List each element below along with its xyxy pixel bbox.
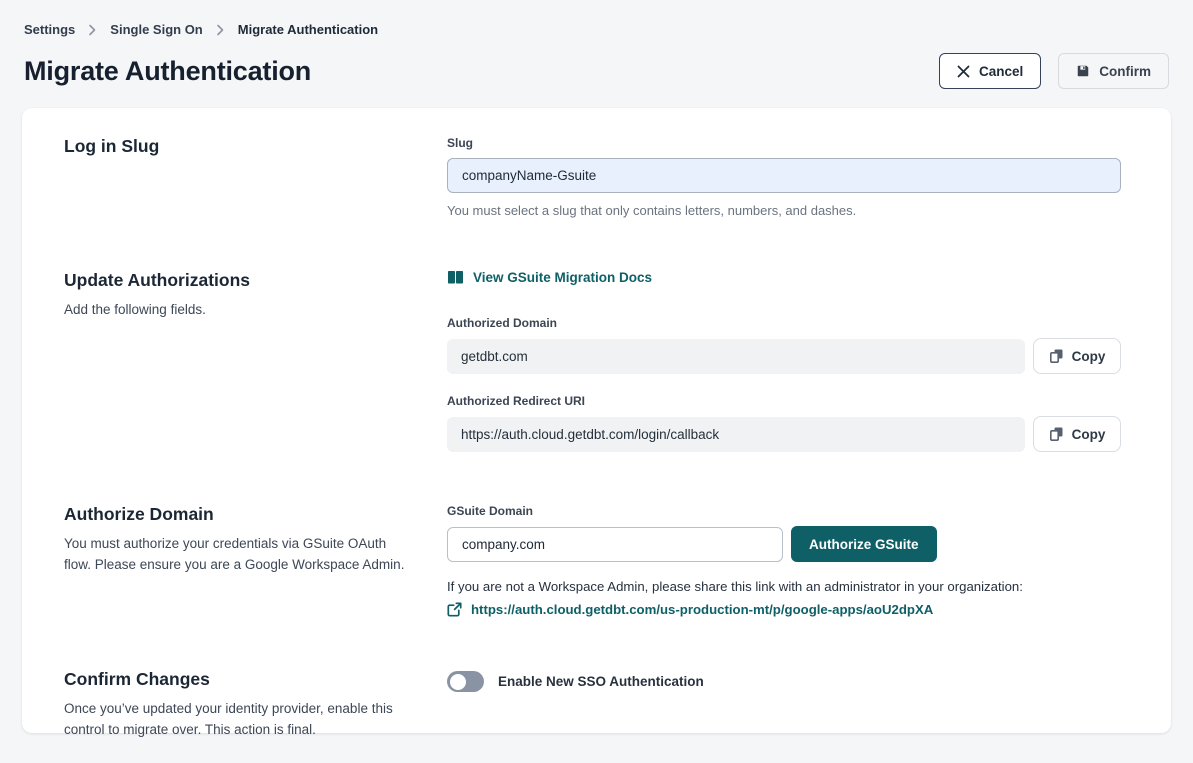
chevron-right-icon — [88, 24, 97, 36]
slug-helper-text: You must select a slug that only contain… — [447, 203, 1121, 218]
section-login-slug-left: Log in Slug — [64, 136, 447, 157]
sso-toggle-label: Enable New SSO Authentication — [498, 674, 704, 689]
copy-authorized-domain-button[interactable]: Copy — [1033, 338, 1121, 374]
workspace-admin-note: If you are not a Workspace Admin, please… — [447, 579, 1121, 594]
book-icon — [447, 270, 464, 285]
breadcrumb-migrate-authentication: Migrate Authentication — [238, 22, 378, 37]
section-update-authorizations: Update Authorizations Add the following … — [64, 270, 1121, 452]
slug-label: Slug — [447, 136, 1121, 150]
header-actions: Cancel Confirm — [939, 53, 1169, 89]
authorized-domain-label: Authorized Domain — [447, 316, 1121, 330]
authorized-domain-row: getdbt.com Copy — [447, 338, 1121, 374]
gsuite-domain-label: GSuite Domain — [447, 504, 1121, 518]
section-description: Once you’ve updated your identity provid… — [64, 699, 409, 741]
section-title: Authorize Domain — [64, 504, 417, 525]
section-login-slug-right: Slug You must select a slug that only co… — [447, 136, 1121, 218]
authorized-domain-block: Authorized Domain getdbt.com Copy — [447, 316, 1121, 374]
cancel-button[interactable]: Cancel — [939, 53, 1041, 89]
authorized-redirect-uri-value: https://auth.cloud.getdbt.com/login/call… — [447, 417, 1025, 452]
authorized-redirect-uri-row: https://auth.cloud.getdbt.com/login/call… — [447, 416, 1121, 452]
admin-share-link[interactable]: https://auth.cloud.getdbt.com/us-product… — [471, 602, 933, 617]
section-confirm-changes-left: Confirm Changes Once you’ve updated your… — [64, 669, 447, 741]
docs-link-label: View GSuite Migration Docs — [473, 270, 652, 285]
section-update-authorizations-right: View GSuite Migration Docs Authorized Do… — [447, 270, 1121, 452]
section-title: Log in Slug — [64, 136, 417, 157]
gsuite-domain-row: Authorize GSuite — [447, 526, 1121, 562]
cancel-button-label: Cancel — [979, 64, 1023, 79]
slug-input[interactable] — [447, 158, 1121, 193]
section-title: Confirm Changes — [64, 669, 417, 690]
view-gsuite-migration-docs-link[interactable]: View GSuite Migration Docs — [447, 270, 652, 285]
breadcrumb-single-sign-on[interactable]: Single Sign On — [110, 22, 202, 37]
section-subtitle: Add the following fields. — [64, 300, 409, 321]
section-title: Update Authorizations — [64, 270, 417, 291]
breadcrumb: Settings Single Sign On Migrate Authenti… — [24, 22, 1169, 37]
authorized-domain-value: getdbt.com — [447, 339, 1025, 374]
toggle-knob — [450, 674, 466, 690]
section-description: You must authorize your credentials via … — [64, 534, 409, 576]
copy-button-label: Copy — [1072, 427, 1106, 442]
title-row: Migrate Authentication Cancel Confirm — [24, 53, 1169, 89]
section-authorize-domain: Authorize Domain You must authorize your… — [64, 504, 1121, 617]
breadcrumb-settings[interactable]: Settings — [24, 22, 75, 37]
section-confirm-changes: Confirm Changes Once you’ve updated your… — [64, 669, 1121, 741]
sso-toggle-row: Enable New SSO Authentication — [447, 671, 1121, 692]
external-link-icon — [447, 602, 462, 617]
confirm-button-label: Confirm — [1099, 64, 1151, 79]
section-update-authorizations-left: Update Authorizations Add the following … — [64, 270, 447, 321]
enable-sso-toggle[interactable] — [447, 671, 484, 692]
settings-card: Log in Slug Slug You must select a slug … — [22, 108, 1171, 733]
admin-link-row: https://auth.cloud.getdbt.com/us-product… — [447, 602, 1121, 617]
chevron-right-icon — [216, 24, 225, 36]
page-title: Migrate Authentication — [24, 56, 311, 87]
copy-redirect-uri-button[interactable]: Copy — [1033, 416, 1121, 452]
copy-icon — [1049, 348, 1064, 364]
authorize-gsuite-button[interactable]: Authorize GSuite — [791, 526, 937, 562]
gsuite-domain-input[interactable] — [447, 527, 783, 562]
copy-button-label: Copy — [1072, 349, 1106, 364]
save-icon — [1076, 64, 1090, 78]
confirm-button[interactable]: Confirm — [1058, 53, 1169, 89]
close-icon — [957, 65, 970, 78]
authorized-redirect-uri-block: Authorized Redirect URI https://auth.clo… — [447, 394, 1121, 452]
page-header: Settings Single Sign On Migrate Authenti… — [0, 0, 1193, 89]
section-authorize-domain-left: Authorize Domain You must authorize your… — [64, 504, 447, 576]
section-authorize-domain-right: GSuite Domain Authorize GSuite If you ar… — [447, 504, 1121, 617]
copy-icon — [1049, 426, 1064, 442]
section-confirm-changes-right: Enable New SSO Authentication — [447, 669, 1121, 692]
authorized-redirect-uri-label: Authorized Redirect URI — [447, 394, 1121, 408]
section-login-slug: Log in Slug Slug You must select a slug … — [64, 136, 1121, 218]
